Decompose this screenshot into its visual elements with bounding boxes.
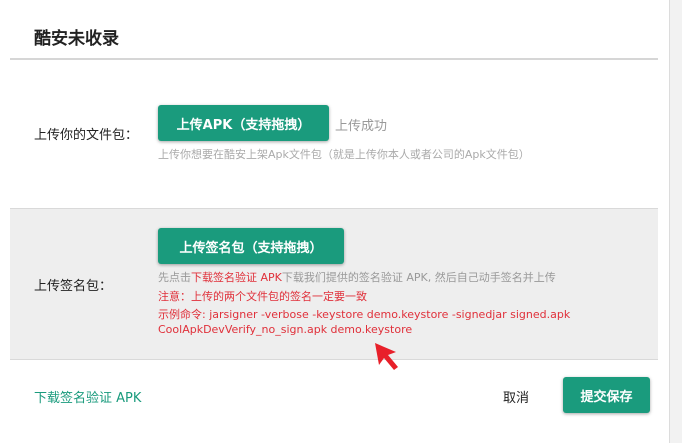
signature-warning: 注意：上传的两个文件包的签名一定要一致 [158, 290, 367, 303]
download-verify-apk-link[interactable]: 下载签名验证 APK [34, 387, 141, 406]
instruction-suffix: 下载我们提供的签名验证 APK, 然后自己动手签名并上传 [281, 271, 556, 284]
example-command-line2: CoolApkDevVerify_no_sign.apk demo.keysto… [158, 323, 413, 336]
upload-status-text: 上传成功 [335, 119, 388, 134]
title-divider [10, 58, 658, 60]
upload-signature-button[interactable]: 上传签名包（支持拖拽） [158, 228, 344, 264]
apk-upload-label: 上传你的文件包： [34, 128, 139, 143]
signature-upload-label: 上传签名包： [34, 279, 113, 294]
instruction-download-link[interactable]: 下载签名验证 APK [191, 271, 282, 284]
red-arrow-icon [375, 343, 398, 370]
apk-upload-hint: 上传你想要在酷安上架Apk文件包（就是上传你本人或者公司的Apk文件包） [158, 148, 530, 161]
instruction-prefix: 先点击 [158, 271, 191, 284]
signature-instruction: 先点击下载签名验证 APK下载我们提供的签名验证 APK, 然后自己动手签名并上… [158, 269, 556, 285]
upload-apk-button[interactable]: 上传APK（支持拖拽） [158, 105, 329, 141]
submit-save-button[interactable]: 提交保存 [563, 377, 650, 413]
cancel-button[interactable]: 取消 [503, 387, 529, 406]
example-command-line1: 示例命令: jarsigner -verbose -keystore demo.… [158, 308, 571, 321]
dialog-title: 酷安未收录 [34, 29, 119, 49]
page-scroll-edge [669, 0, 682, 443]
